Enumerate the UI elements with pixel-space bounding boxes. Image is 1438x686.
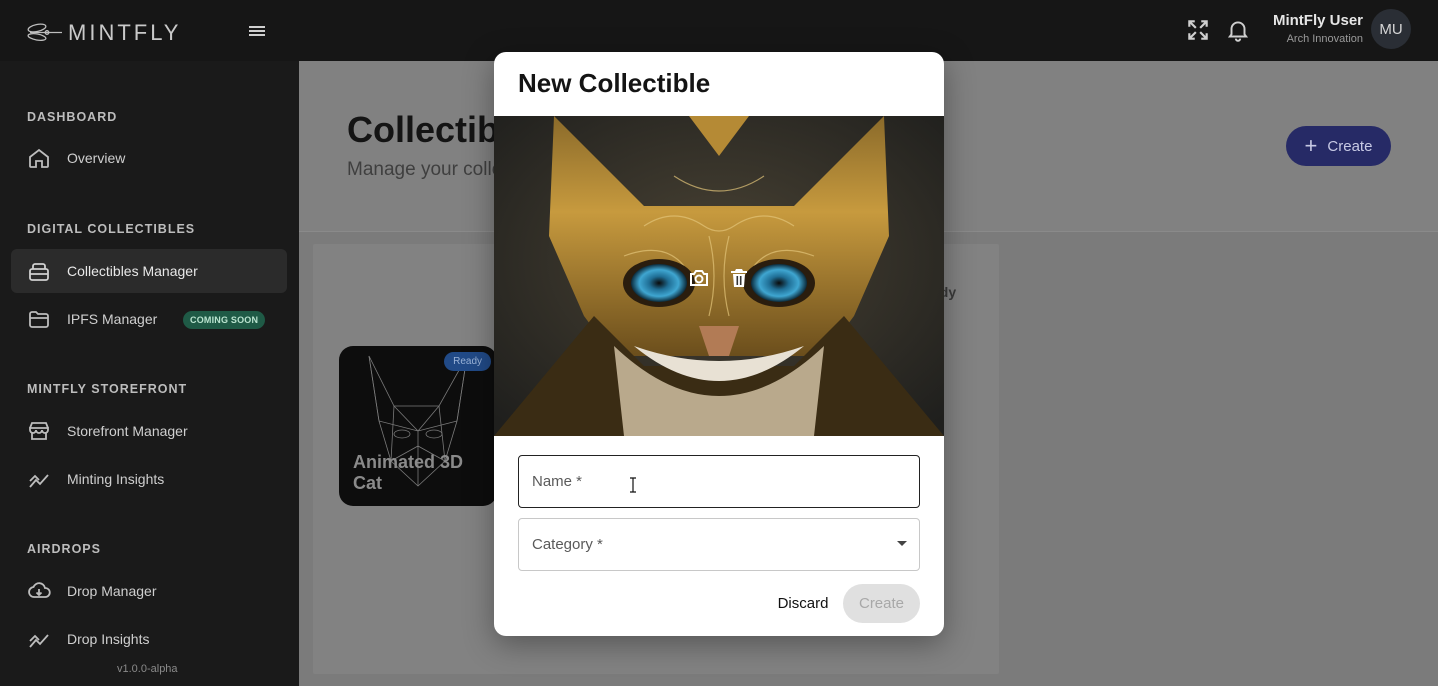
- page-subtitle: Manage your colle: [347, 159, 503, 180]
- collectibles-icon: [29, 263, 49, 281]
- collectible-card[interactable]: Ready Animated 3D Cat: [339, 346, 497, 506]
- category-field-label: Category *: [532, 536, 603, 553]
- sidebar: DASHBOARD Overview DIGITAL COLLECTIBLES …: [0, 61, 299, 686]
- sidebar-item-label: Minting Insights: [67, 471, 165, 487]
- create-button[interactable]: + Create: [1286, 126, 1391, 166]
- collectible-card-title: Animated 3D Cat: [353, 452, 464, 493]
- create-collectible-button[interactable]: Create: [843, 584, 920, 623]
- dragonfly-logo-icon: [27, 23, 62, 41]
- logo-text: MINTFLY: [68, 20, 182, 45]
- text-cursor-icon: [630, 477, 636, 493]
- storefront-icon: [29, 422, 49, 440]
- avatar[interactable]: MU: [1371, 9, 1411, 49]
- sidebar-item-label: Drop Manager: [67, 583, 157, 599]
- new-collectible-dialog: New Collectible Name * Category * Discar…: [494, 52, 944, 636]
- sidebar-item-drop-manager[interactable]: Drop Manager: [11, 569, 287, 613]
- category-select[interactable]: Category *: [518, 518, 920, 571]
- plus-icon: +: [1304, 133, 1318, 158]
- sidebar-item-storefront-manager[interactable]: Storefront Manager: [11, 409, 287, 453]
- coming-soon-badge: COMING SOON: [183, 311, 266, 329]
- create-button-label: Create: [1327, 137, 1373, 155]
- user-organization: Arch Innovation: [1286, 33, 1363, 45]
- sidebar-item-label: Collectibles Manager: [67, 263, 198, 279]
- sidebar-item-label: Overview: [67, 150, 126, 166]
- discard-button[interactable]: Discard: [764, 585, 842, 621]
- caret-down-icon: [897, 541, 907, 546]
- section-title-airdrops: AIRDROPS: [27, 542, 101, 556]
- sidebar-item-drop-insights[interactable]: Drop Insights: [11, 617, 287, 661]
- collectible-image-preview[interactable]: [494, 116, 944, 436]
- status-badge: Ready: [444, 352, 491, 371]
- sidebar-item-label: Drop Insights: [67, 631, 150, 647]
- fullscreen-icon[interactable]: [1185, 17, 1211, 43]
- name-field-label: Name *: [532, 473, 583, 490]
- cloud-download-icon: [28, 582, 51, 598]
- camera-icon[interactable]: [687, 266, 711, 290]
- app-logo[interactable]: MINTFLY: [26, 20, 181, 46]
- sidebar-item-label: IPFS Manager: [67, 311, 158, 327]
- sidebar-item-label: Storefront Manager: [67, 423, 188, 439]
- name-field[interactable]: Name *: [518, 455, 920, 508]
- section-title-storefront: MINTFLY STOREFRONT: [27, 382, 188, 396]
- golden-cat-mask-image: [494, 116, 944, 436]
- page-title: Collectibl: [347, 109, 510, 150]
- folder-icon: [29, 311, 49, 328]
- user-name[interactable]: MintFly User: [1273, 12, 1363, 29]
- trash-icon[interactable]: [727, 266, 751, 290]
- insights-icon: [29, 474, 49, 488]
- sidebar-item-overview[interactable]: Overview: [11, 136, 287, 180]
- bell-icon[interactable]: [1225, 17, 1251, 43]
- sidebar-item-ipfs-manager[interactable]: IPFS Manager COMING SOON: [11, 297, 287, 341]
- dialog-title: New Collectible: [518, 68, 711, 98]
- section-title-digital-collectibles: DIGITAL COLLECTIBLES: [27, 222, 196, 236]
- insights-icon: [29, 634, 49, 648]
- menu-toggle-icon[interactable]: [249, 24, 269, 40]
- app-version: v1.0.0-alpha: [117, 663, 178, 675]
- sidebar-item-collectibles-manager[interactable]: Collectibles Manager: [11, 249, 287, 293]
- home-icon: [29, 148, 49, 168]
- sidebar-item-minting-insights[interactable]: Minting Insights: [11, 457, 287, 501]
- section-title-dashboard: DASHBOARD: [27, 110, 118, 124]
